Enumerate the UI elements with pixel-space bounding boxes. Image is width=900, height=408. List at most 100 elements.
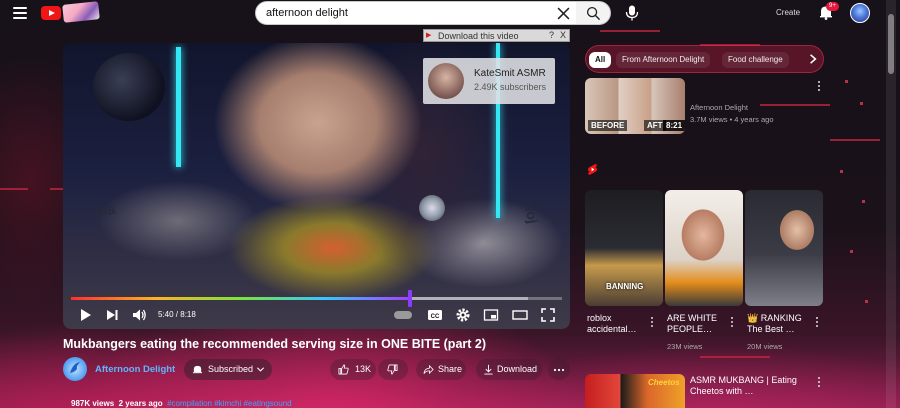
view-count: 987K views (71, 399, 115, 408)
hamburger-menu-icon[interactable] (13, 7, 27, 19)
channel-name-link[interactable]: Afternoon Delight (95, 364, 175, 375)
video-title: Mukbangers eating the recommended servin… (63, 337, 487, 351)
decor-dot (840, 170, 843, 173)
dislike-button[interactable] (378, 359, 408, 380)
short-title-2[interactable]: ARE WHITE PEOPLE… (667, 313, 727, 335)
volume-icon[interactable] (131, 307, 147, 323)
youtube-logo-icon[interactable] (41, 6, 61, 20)
short-thumb-label-1: BANNING (606, 282, 644, 291)
settings-gear-icon[interactable] (455, 307, 471, 323)
voice-search-mic-icon[interactable] (625, 5, 639, 21)
short-menu-2[interactable] (731, 317, 734, 329)
download-bar-text: Download this video (438, 31, 519, 41)
captions-icon[interactable]: CC (427, 307, 443, 323)
decor-dash (830, 139, 880, 141)
upload-age: 2 years ago (118, 399, 163, 408)
short-title-1[interactable]: roblox accidental… (587, 313, 647, 335)
decor-dash (700, 356, 770, 358)
filter-chips-bar: All From Afternoon Delight Food challeng… (585, 45, 824, 73)
video-views-line: 987K views 2 years ago #compilation #kim… (71, 399, 292, 408)
share-arrow-icon (423, 364, 434, 375)
chevron-right-icon[interactable] (807, 53, 819, 65)
share-button[interactable]: Share (416, 359, 466, 380)
autoplay-toggle[interactable] (394, 311, 412, 319)
decor-dot (860, 102, 863, 105)
video-microphone-foam (93, 53, 165, 121)
account-avatar[interactable] (850, 3, 870, 23)
progress-scrubber-handle[interactable] (407, 290, 412, 307)
notification-count-badge: 9+ (826, 2, 839, 11)
more-actions-button[interactable] (548, 359, 570, 380)
search-input[interactable] (266, 2, 546, 24)
fullscreen-icon[interactable] (540, 307, 556, 323)
time-current: 5:40 (158, 310, 174, 319)
rec-duration: 8:21 (663, 120, 685, 131)
decor-dot (865, 300, 868, 303)
bell-icon (192, 365, 203, 374)
rec-thumbnail-last[interactable]: Cheetos (585, 374, 685, 408)
miniplayer-icon[interactable] (483, 307, 499, 323)
top-header: Create 9+ (0, 0, 900, 26)
clear-search-icon[interactable] (557, 7, 570, 20)
like-count: 13K (355, 364, 372, 374)
like-button[interactable]: 13K (330, 359, 376, 380)
short-menu-3[interactable] (816, 317, 819, 329)
channel-avatar[interactable] (63, 357, 87, 381)
short-views-2: 23M views (667, 342, 703, 351)
search-icon (586, 6, 601, 21)
download-bar-close[interactable]: X (560, 30, 566, 40)
scrollbar-thumb[interactable] (888, 14, 894, 74)
video-tattoo-right: uoj (521, 201, 542, 225)
next-video-icon[interactable] (104, 307, 120, 323)
download-bar-help[interactable]: ? (549, 30, 554, 40)
rec-channel-1[interactable]: Afternoon Delight (690, 103, 748, 112)
search-box (255, 1, 577, 25)
short-thumbnail-1[interactable]: BANNING (585, 190, 663, 306)
rec-thumbnail-1[interactable]: BEFORE AFT 8:21 (585, 78, 685, 134)
channel-avatar-bird-icon (70, 362, 80, 373)
rec-menu-last[interactable] (818, 377, 821, 389)
decor-dot (850, 250, 853, 253)
create-button[interactable]: Create (776, 8, 800, 17)
download-icon (484, 364, 493, 375)
short-menu-1[interactable] (651, 317, 654, 329)
channel-card-subscribers: 2.49K subscribers (474, 82, 547, 92)
download-button[interactable]: Download (476, 359, 542, 380)
progress-bar[interactable] (71, 290, 562, 307)
download-video-bar[interactable]: ▶ Download this video ? X (423, 29, 570, 42)
decor-dash (760, 104, 830, 106)
thumbs-up-icon (338, 364, 349, 375)
thumbs-down-icon (387, 364, 398, 375)
rec-title-last[interactable]: ASMR MUKBANG | Eating Cheetos with … (690, 375, 810, 397)
download-label: Download (497, 364, 538, 374)
page-scrollbar[interactable] (886, 0, 896, 408)
decor-dot (862, 200, 865, 203)
video-neon-light-left (176, 47, 181, 167)
chevron-down-icon (256, 367, 265, 372)
theater-mode-icon[interactable] (512, 307, 528, 323)
rec-views-1: 3.7M views • 4 years ago (690, 115, 774, 124)
chip-from-channel[interactable]: From Afternoon Delight (616, 52, 711, 68)
custom-logo-art[interactable] (62, 1, 100, 23)
search-button[interactable] (576, 1, 611, 25)
short-thumbnail-2[interactable] (665, 190, 743, 306)
decor-dash (0, 188, 28, 190)
chip-all[interactable]: All (589, 52, 612, 68)
time-display: 5:40 / 8:18 (158, 310, 196, 319)
more-horizontal-icon (553, 368, 565, 372)
subscribed-button[interactable]: Subscribed (184, 359, 272, 380)
share-label: Share (438, 364, 463, 374)
rec-thumb-label-before: BEFORE (588, 120, 628, 131)
short-title-3[interactable]: 👑 RANKING The Best … (747, 313, 809, 335)
short-thumbnail-3[interactable] (745, 190, 823, 306)
hashtags[interactable]: #compilation #kimchi #eatingsound (167, 399, 292, 408)
channel-card-avatar (428, 63, 464, 99)
channel-watermark-card[interactable]: KateSmit ASMR 2.49K subscribers (423, 58, 555, 104)
video-player[interactable]: ana uoj KateSmit ASMR 2.49K subscribers … (63, 43, 570, 329)
rec-menu-1[interactable] (818, 81, 821, 93)
video-wristwatch (419, 195, 445, 221)
chip-food-challenge[interactable]: Food challenge (722, 52, 789, 68)
progress-played (71, 297, 410, 300)
play-icon[interactable] (77, 307, 93, 323)
decor-dot (845, 80, 848, 83)
